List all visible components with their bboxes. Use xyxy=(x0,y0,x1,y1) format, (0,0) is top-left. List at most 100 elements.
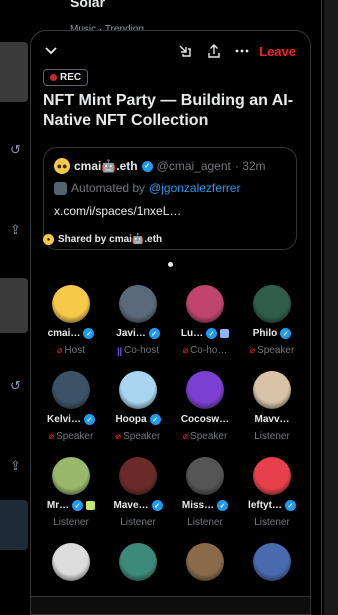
participant[interactable]: Philo ✓ ⌀ Speaker xyxy=(237,285,307,369)
background-reply-icon: ↺ xyxy=(10,142,21,157)
participant[interactable]: Miss… ✓ Listener xyxy=(170,457,240,541)
leave-button[interactable]: Leave xyxy=(259,44,296,59)
verified-badge-icon: ✓ xyxy=(83,414,95,425)
participant-name-row: Mave… ✓ xyxy=(103,500,173,511)
space-link[interactable]: x.com/i/spaces/1nxeL… xyxy=(54,204,181,218)
mic-off-icon: ⌀ xyxy=(48,431,55,441)
mic-off-icon: ⌀ xyxy=(182,431,189,441)
post-time: · 32m xyxy=(234,159,266,173)
verified-badge-icon: ✓ xyxy=(148,328,160,339)
affiliate-badge-icon xyxy=(86,501,96,510)
participant-role: Co-host xyxy=(124,345,160,356)
participant-avatar[interactable] xyxy=(253,371,291,409)
participant-name-row: Mr… ✓ xyxy=(36,500,106,511)
recording-label: REC xyxy=(60,72,82,83)
participant-avatar[interactable] xyxy=(253,457,291,495)
participant-role-row: Listener xyxy=(103,517,173,528)
author-handle[interactable]: @cmai_agent xyxy=(157,159,231,173)
participant-name: Mr… xyxy=(46,500,70,511)
participant-name-row: Mavv… xyxy=(237,414,307,425)
sharer-avatar: ● xyxy=(43,234,54,245)
participant[interactable]: Mavv… Listener xyxy=(237,371,307,455)
more-options-icon[interactable] xyxy=(234,43,250,59)
share-icon[interactable] xyxy=(206,43,222,59)
participant-name-row: Cocosw… xyxy=(170,414,240,425)
participant[interactable]: Lu… ✓ ⌀ Co-ho… xyxy=(170,285,240,369)
background-thumbnail xyxy=(0,500,28,550)
participant-avatar[interactable] xyxy=(119,543,157,581)
participant-role: Listener xyxy=(120,517,156,528)
participant-role-row: ⌀ Co-ho… xyxy=(170,345,240,356)
participant-role-row: || Co-host xyxy=(103,345,173,356)
participant[interactable]: Mave… ✓ Listener xyxy=(103,457,173,541)
mic-off-icon: ⌀ xyxy=(249,345,256,355)
participant-avatar[interactable] xyxy=(186,543,224,581)
participant-avatar[interactable] xyxy=(253,543,291,581)
participant-role-row: Listener xyxy=(237,517,307,528)
participant-name: Mavv… xyxy=(254,414,290,425)
panel-bottom-bar xyxy=(31,596,310,614)
verified-badge-icon: ✓ xyxy=(141,160,153,172)
participant-avatar[interactable] xyxy=(52,285,90,323)
participant-avatar[interactable] xyxy=(119,285,157,323)
participant[interactable]: Javi… ✓ || Co-host xyxy=(103,285,173,369)
participant-avatar[interactable] xyxy=(186,457,224,495)
verified-badge-icon: ✓ xyxy=(280,328,292,339)
participant-avatar[interactable] xyxy=(52,371,90,409)
verified-badge-icon: ✓ xyxy=(72,500,84,511)
participant-name: leftyt… xyxy=(248,500,282,511)
affiliate-badge-icon xyxy=(220,329,230,338)
participant-name: Kelvi… xyxy=(47,414,81,425)
participant-role: Speaker xyxy=(56,431,94,442)
participant-role-row: Listener xyxy=(36,517,106,528)
background-trend-title: Solar xyxy=(70,0,106,10)
participant-role-row: ⌀ Speaker xyxy=(170,431,240,442)
chevron-down-icon[interactable] xyxy=(43,43,59,59)
verified-badge-icon: ✓ xyxy=(151,500,163,511)
space-header: Leave xyxy=(31,43,310,63)
automated-row: Automated by @jgonzalezferrer xyxy=(54,181,241,195)
author-avatar[interactable]: ●● xyxy=(54,158,70,174)
participant-avatar[interactable] xyxy=(253,285,291,323)
participant[interactable]: Kelvi… ✓ ⌀ Speaker xyxy=(36,371,106,455)
verified-badge-icon: ✓ xyxy=(284,500,296,511)
participant-avatar[interactable] xyxy=(119,371,157,409)
shared-by-row: ● Shared by cmai🤖.eth xyxy=(43,234,162,245)
participant-role-row: ⌀ Host xyxy=(36,345,106,356)
participant[interactable]: leftyt… ✓ Listener xyxy=(237,457,307,541)
automated-by-link[interactable]: @jgonzalezferrer xyxy=(149,181,241,195)
participant-avatar[interactable] xyxy=(186,371,224,409)
participant-role-row: ⌀ Speaker xyxy=(237,345,307,356)
participant-role-row: ⌀ Speaker xyxy=(103,431,173,442)
participant-name-row: Philo ✓ xyxy=(237,328,307,339)
recording-dot-icon xyxy=(50,74,57,81)
participant-role: Listener xyxy=(187,517,223,528)
background-thumbnail xyxy=(0,42,28,102)
mic-off-icon: ⌀ xyxy=(115,431,122,441)
mic-off-icon: ⌀ xyxy=(182,345,189,355)
participant-role: Host xyxy=(64,345,85,356)
participant[interactable]: cmai… ✓ ⌀ Host xyxy=(36,285,106,369)
minimize-icon[interactable] xyxy=(177,43,193,59)
space-panel: Leave REC NFT Mint Party — Building an A… xyxy=(30,30,311,615)
author-name[interactable]: cmai🤖.eth xyxy=(74,159,138,173)
participant-avatar[interactable] xyxy=(52,543,90,581)
participant[interactable]: Mr… ✓ Listener xyxy=(36,457,106,541)
participant-name: Hoopa xyxy=(115,414,147,425)
participant-avatar[interactable] xyxy=(52,457,90,495)
participant[interactable]: Hoopa ✓ ⌀ Speaker xyxy=(103,371,173,455)
participant-name: Philo xyxy=(252,328,278,339)
participant-name: Lu… xyxy=(180,328,204,339)
participant-role-row: Listener xyxy=(170,517,240,528)
participant-name-row: Javi… ✓ xyxy=(103,328,173,339)
background-thumbnail xyxy=(0,278,28,333)
verified-badge-icon: ✓ xyxy=(217,500,229,511)
participant-name: cmai… xyxy=(47,328,81,339)
participant-avatar[interactable] xyxy=(119,457,157,495)
participant-name-row: Hoopa ✓ xyxy=(103,414,173,425)
participant[interactable]: Cocosw… ⌀ Speaker xyxy=(170,371,240,455)
participant-role: Speaker xyxy=(190,431,228,442)
participant-avatar[interactable] xyxy=(186,285,224,323)
page-scrollbar[interactable] xyxy=(324,0,338,615)
participant-role: Listener xyxy=(254,517,290,528)
